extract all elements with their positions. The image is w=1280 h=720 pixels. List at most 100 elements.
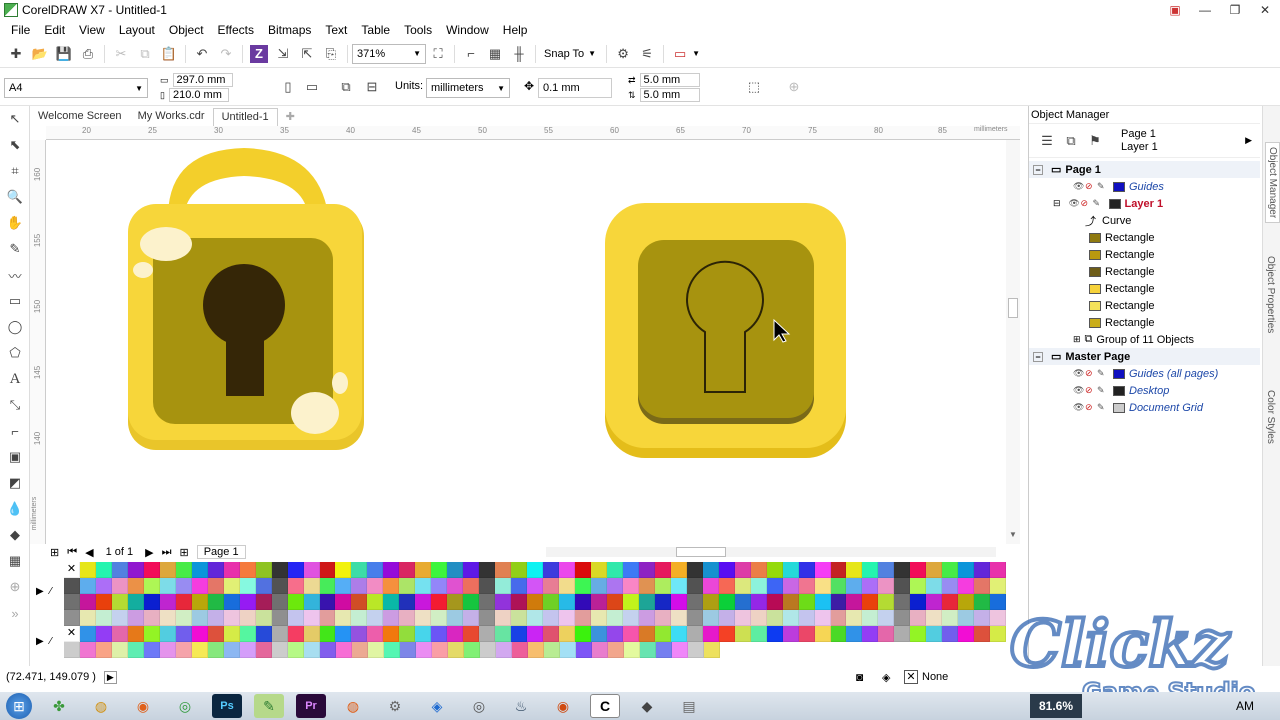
collapse-icon[interactable]: ⊟ — [1053, 198, 1061, 209]
tab-object-properties[interactable]: Object Properties — [1265, 256, 1276, 333]
color-swatch[interactable] — [862, 594, 879, 610]
color-swatch[interactable] — [622, 610, 639, 626]
padlock-left[interactable] — [128, 148, 364, 450]
tree-object[interactable]: Rectangle — [1029, 297, 1260, 314]
color-swatch[interactable] — [79, 610, 96, 626]
color-swatch[interactable] — [640, 642, 656, 658]
pick-tool-icon[interactable]: ↖ — [0, 106, 30, 132]
color-swatch[interactable] — [575, 562, 591, 578]
color-swatch[interactable] — [638, 626, 655, 642]
units-combo[interactable]: millimeters ▼ — [426, 78, 510, 98]
color-swatch[interactable] — [303, 610, 320, 626]
color-swatch[interactable] — [367, 626, 384, 642]
color-swatch[interactable] — [383, 594, 400, 610]
palette-scroll-icon[interactable]: ▶ — [36, 636, 44, 647]
interactive-fill-icon[interactable]: ◆ — [0, 522, 30, 548]
color-swatch[interactable] — [686, 626, 703, 642]
parallel-dimension-icon[interactable]: ⤡ — [0, 392, 30, 418]
print-icon[interactable]: ⊘ — [1085, 385, 1097, 396]
color-swatch[interactable] — [734, 594, 751, 610]
color-swatch[interactable] — [368, 642, 384, 658]
color-swatch[interactable] — [734, 610, 751, 626]
color-swatch[interactable] — [175, 626, 192, 642]
color-swatch[interactable] — [559, 610, 575, 626]
color-swatch[interactable] — [622, 578, 639, 594]
color-swatch[interactable] — [239, 594, 256, 610]
color-swatch[interactable] — [95, 626, 112, 642]
color-swatch[interactable] — [351, 594, 368, 610]
tree-layer[interactable]: ⊟ 👁 ⊘ ✎ Layer 1 — [1029, 195, 1260, 212]
color-swatch[interactable] — [367, 610, 384, 626]
new-tab-icon[interactable]: ✚ — [278, 108, 303, 126]
color-swatch[interactable] — [191, 626, 208, 642]
color-swatch[interactable] — [750, 610, 767, 626]
color-swatch[interactable] — [207, 610, 224, 626]
color-swatch[interactable] — [159, 578, 176, 594]
paste-icon[interactable]: 📋 — [160, 45, 178, 63]
dup-y-value[interactable]: 5.0 mm — [639, 88, 700, 102]
taskbar-firefox-icon[interactable]: ◉ — [128, 694, 158, 718]
color-swatch[interactable] — [415, 594, 432, 610]
color-swatch[interactable] — [894, 578, 911, 594]
color-swatch[interactable] — [240, 642, 256, 658]
color-swatch[interactable] — [496, 642, 512, 658]
color-swatch[interactable] — [990, 578, 1007, 594]
highlight-blob[interactable] — [332, 372, 348, 394]
color-swatch[interactable] — [974, 626, 991, 642]
color-swatch[interactable] — [143, 578, 160, 594]
text-tool-icon[interactable]: A — [0, 366, 30, 392]
color-swatch[interactable] — [303, 578, 320, 594]
color-swatch[interactable] — [111, 626, 128, 642]
color-swatch[interactable] — [175, 610, 192, 626]
pan-tool-icon[interactable]: ✋ — [0, 210, 30, 236]
color-swatch[interactable] — [271, 594, 288, 610]
color-swatch[interactable] — [127, 610, 144, 626]
transparency-icon[interactable]: ◩ — [0, 470, 30, 496]
color-swatch[interactable] — [79, 626, 96, 642]
close-button[interactable]: ✕ — [1258, 3, 1272, 17]
color-swatch[interactable] — [734, 626, 751, 642]
color-swatch[interactable] — [575, 578, 591, 594]
first-page-icon[interactable]: ⏮ — [67, 546, 77, 559]
color-swatch[interactable] — [207, 594, 224, 610]
tree-layer[interactable]: 👁 ⊘ ✎ Guides — [1029, 178, 1260, 195]
color-swatch[interactable] — [958, 626, 975, 642]
add-tool-icon[interactable]: ⊕ — [0, 574, 30, 600]
highlight-blob[interactable] — [291, 392, 339, 434]
color-swatch[interactable] — [606, 562, 623, 578]
color-swatch[interactable] — [974, 578, 991, 594]
color-swatch[interactable] — [926, 610, 943, 626]
tree-page[interactable]: − ▭ Master Page — [1029, 348, 1260, 365]
duplicate-y-field[interactable]: ⇅ 5.0 mm — [628, 88, 700, 102]
color-swatch[interactable] — [191, 610, 208, 626]
color-swatch[interactable] — [527, 610, 544, 626]
scroll-down-icon[interactable]: ▼ — [1009, 530, 1017, 539]
tree-object[interactable]: ⊞ ⧉ Group of 11 Objects — [1029, 331, 1260, 348]
menu-object[interactable]: Object — [162, 23, 211, 37]
color-swatch[interactable] — [750, 594, 767, 610]
tree-page[interactable]: − ▭ Page 1 — [1029, 161, 1260, 178]
duplicate-x-field[interactable]: ⇄ 5.0 mm — [628, 73, 700, 87]
dup-x-value[interactable]: 5.0 mm — [639, 73, 700, 87]
color-swatch[interactable] — [543, 594, 560, 610]
ellipse-tool-icon[interactable]: ◯ — [0, 314, 30, 340]
color-swatch[interactable] — [942, 610, 959, 626]
color-swatch[interactable] — [159, 610, 176, 626]
color-swatch[interactable] — [704, 642, 720, 658]
color-swatch[interactable] — [111, 578, 128, 594]
color-swatch[interactable] — [910, 578, 927, 594]
color-swatch[interactable] — [95, 562, 112, 578]
menu-text[interactable]: Text — [318, 23, 354, 37]
visibility-icon[interactable]: 👁 — [1073, 402, 1085, 413]
color-swatch[interactable] — [638, 562, 655, 578]
color-swatch[interactable] — [64, 642, 80, 658]
color-swatch[interactable] — [718, 626, 735, 642]
taskbar-app-icon[interactable]: ◆ — [632, 694, 662, 718]
color-swatch[interactable] — [320, 642, 336, 658]
tree-object[interactable]: Rectangle — [1029, 246, 1260, 263]
color-swatch[interactable] — [432, 642, 448, 658]
color-swatch[interactable] — [527, 562, 544, 578]
color-swatch[interactable] — [592, 642, 608, 658]
cut-icon[interactable]: ✂ — [112, 45, 130, 63]
color-swatch[interactable] — [495, 578, 512, 594]
